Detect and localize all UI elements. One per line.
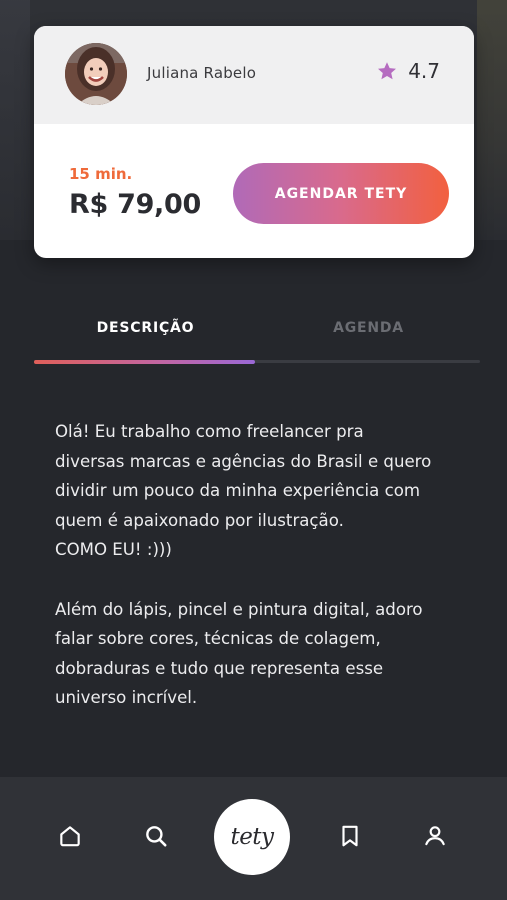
tab-bar: DESCRIÇÃO AGENDA — [34, 300, 480, 366]
bookmark-icon — [342, 825, 358, 847]
schedule-button[interactable]: AGENDAR TETY — [233, 163, 449, 224]
bottom-navigation: tety — [0, 777, 507, 900]
star-icon — [378, 62, 397, 80]
profile-icon — [425, 826, 445, 846]
provider-name: Juliana Rabelo — [147, 64, 257, 82]
avatar[interactable] — [65, 43, 127, 105]
rating: 4.7 — [376, 59, 440, 83]
tab-active-indicator — [34, 360, 255, 364]
tab-schedule[interactable]: AGENDA — [257, 320, 480, 336]
search-icon — [146, 826, 167, 847]
tab-description[interactable]: DESCRIÇÃO — [34, 320, 257, 336]
provider-header[interactable]: Juliana Rabelo 4.7 — [34, 26, 474, 124]
nav-search[interactable] — [140, 820, 172, 852]
hero-image-edge-right — [477, 0, 507, 240]
rating-value: 4.7 — [408, 59, 440, 83]
nav-saved[interactable] — [334, 820, 366, 852]
nav-home[interactable] — [54, 820, 86, 852]
booking-card: Juliana Rabelo 4.7 15 min. R$ 79,00 AGEN… — [34, 26, 474, 258]
hero-image-edge-left — [0, 0, 30, 240]
description-text: Olá! Eu trabalho como freelancer pra div… — [55, 422, 432, 708]
nav-tety-home-button[interactable]: tety — [214, 799, 290, 875]
session-price: R$ 79,00 — [69, 189, 201, 220]
home-icon — [60, 826, 80, 847]
nav-profile[interactable] — [419, 820, 451, 852]
screen: Juliana Rabelo 4.7 15 min. R$ 79,00 AGEN… — [0, 0, 507, 900]
avatar-portrait-icon — [65, 43, 127, 105]
tety-logo: tety — [230, 824, 274, 850]
session-duration: 15 min. — [69, 165, 133, 183]
